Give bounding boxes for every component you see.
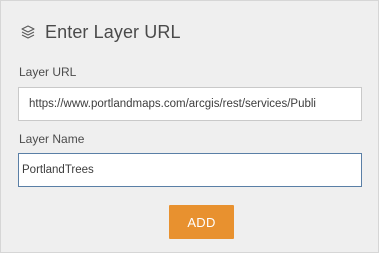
layers-icon: [19, 23, 37, 41]
panel-header: Enter Layer URL: [19, 20, 181, 44]
layer-name-label: Layer Name: [19, 132, 85, 146]
layer-name-input[interactable]: [18, 153, 362, 187]
layer-url-label: Layer URL: [19, 65, 77, 79]
layer-url-input[interactable]: [18, 87, 362, 121]
enter-layer-url-panel: Enter Layer URL Layer URL Layer Name ADD: [0, 0, 379, 253]
add-button[interactable]: ADD: [169, 205, 234, 239]
panel-title: Enter Layer URL: [45, 21, 181, 42]
